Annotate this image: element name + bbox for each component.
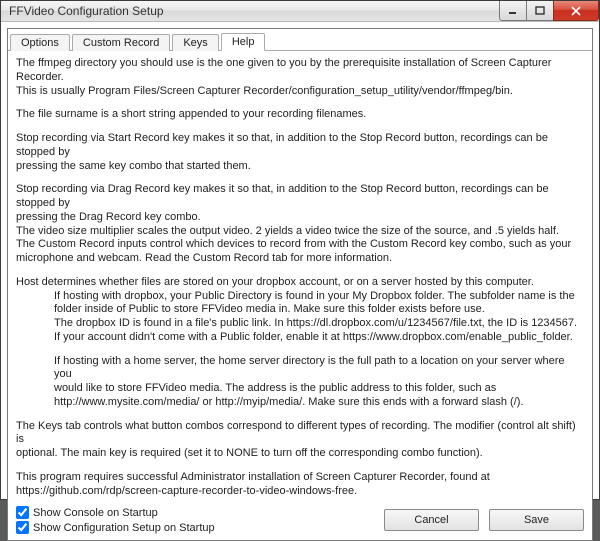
show-console-label: Show Console on Startup xyxy=(33,507,158,519)
maximize-icon xyxy=(535,6,545,16)
help-text: The file surname is a short string appen… xyxy=(16,108,584,122)
help-text: The video size multiplier scales the out… xyxy=(16,225,584,239)
dialog-body: Options Custom Record Keys Help The ffmp… xyxy=(7,28,593,541)
help-text: pressing the Drag Record key combo. xyxy=(16,211,584,225)
window-frame: FFVideo Configuration Setup Options Cust… xyxy=(0,0,600,500)
minimize-button[interactable] xyxy=(499,1,527,21)
cancel-button[interactable]: Cancel xyxy=(384,509,479,531)
help-text: The ffmpeg directory you should use is t… xyxy=(16,57,584,85)
help-text: This is usually Program Files/Screen Cap… xyxy=(16,85,584,99)
help-content: The ffmpeg directory you should use is t… xyxy=(8,51,592,502)
help-text: would like to store FFVideo media. The a… xyxy=(16,382,584,396)
help-text: If hosting with dropbox, your Public Dir… xyxy=(16,290,584,304)
close-button[interactable] xyxy=(553,1,599,21)
help-text: Stop recording via Drag Record key makes… xyxy=(16,183,584,211)
bottom-bar: Show Console on Startup Show Configurati… xyxy=(8,502,592,540)
save-button[interactable]: Save xyxy=(489,509,584,531)
show-console-checkbox-row[interactable]: Show Console on Startup xyxy=(16,506,384,519)
help-text: Host determines whether files are stored… xyxy=(16,276,584,290)
titlebar: FFVideo Configuration Setup xyxy=(1,1,599,22)
window-title: FFVideo Configuration Setup xyxy=(9,4,500,18)
show-config-checkbox[interactable] xyxy=(16,521,29,534)
help-text: http://www.mysite.com/media/ or http://m… xyxy=(16,396,584,410)
help-text: This program requires successful Adminis… xyxy=(16,471,584,485)
tab-options[interactable]: Options xyxy=(10,34,70,51)
minimize-icon xyxy=(508,6,518,16)
help-text: The dropbox ID is found in a file's publ… xyxy=(16,317,584,331)
help-text: If hosting with a home server, the home … xyxy=(16,355,584,383)
help-text: https://github.com/rdp/screen-capture-re… xyxy=(16,485,584,499)
tab-custom-record[interactable]: Custom Record xyxy=(72,34,170,51)
show-config-checkbox-row[interactable]: Show Configuration Setup on Startup xyxy=(16,521,384,534)
show-console-checkbox[interactable] xyxy=(16,506,29,519)
help-text: The Keys tab controls what button combos… xyxy=(16,420,584,448)
window-controls xyxy=(500,1,599,21)
help-text: Stop recording via Start Record key make… xyxy=(16,132,584,160)
startup-options: Show Console on Startup Show Configurati… xyxy=(16,506,384,534)
help-text: If your account didn't come with a Publi… xyxy=(16,331,584,345)
tab-keys[interactable]: Keys xyxy=(172,34,218,51)
help-text: microphone and webcam. Read the Custom R… xyxy=(16,252,584,266)
help-text: The Custom Record inputs control which d… xyxy=(16,238,584,252)
close-icon xyxy=(570,6,582,16)
maximize-button[interactable] xyxy=(526,1,554,21)
help-text: pressing the same key combo that started… xyxy=(16,160,584,174)
show-config-label: Show Configuration Setup on Startup xyxy=(33,522,215,534)
dialog-buttons: Cancel Save xyxy=(384,509,584,531)
tab-help[interactable]: Help xyxy=(221,33,266,51)
help-text: folder inside of Public to store FFVideo… xyxy=(16,303,584,317)
help-text: optional. The main key is required (set … xyxy=(16,447,584,461)
tab-bar: Options Custom Record Keys Help xyxy=(8,29,592,51)
